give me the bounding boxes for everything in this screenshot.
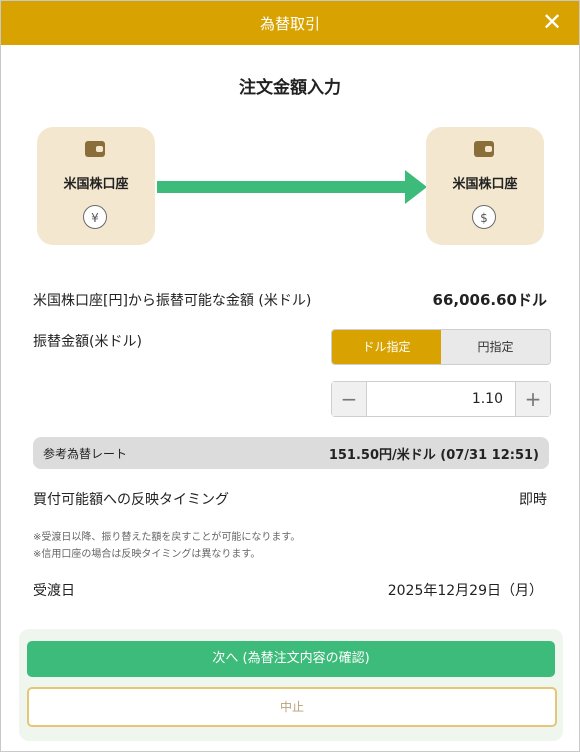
from-account-card: 米国株口座 ¥ — [37, 127, 155, 245]
dollar-coin-icon: $ — [472, 205, 496, 229]
note-line: ※受渡日以降、振り替えた額を戻すことが可能になります。 — [33, 532, 301, 543]
available-amount-value: 66,006.60ドル — [432, 291, 547, 309]
minus-button[interactable]: − — [332, 382, 366, 416]
notes: ※受渡日以降、振り替えた額を戻すことが可能になります。 ※信用口座の場合は反映タ… — [33, 529, 300, 563]
exchange-rate-bar: 参考為替レート 151.50円/米ドル (07/31 12:51) — [33, 437, 549, 469]
from-account-label: 米国株口座 — [63, 177, 129, 192]
toggle-jpy-button[interactable]: 円指定 — [441, 330, 550, 364]
transfer-amount-label: 振替金額(米ドル) — [33, 334, 142, 350]
section-heading: 注文金額入力 — [239, 78, 341, 98]
settlement-date-label: 受渡日 — [33, 583, 75, 599]
settlement-date-value: 2025年12月29日（月） — [387, 583, 543, 599]
yen-coin-icon: ¥ — [83, 205, 107, 229]
plus-button[interactable]: + — [516, 382, 550, 416]
dialog-title: 為替取引 — [259, 15, 320, 33]
dialog-header: 為替取引 ✕ — [1, 1, 579, 45]
wallet-icon — [85, 141, 105, 157]
amount-input[interactable]: 1.10 — [366, 382, 516, 416]
next-button[interactable]: 次へ (為替注文内容の確認) — [27, 641, 555, 677]
to-account-card: 米国株口座 $ — [426, 127, 544, 245]
amount-stepper: − 1.10 + — [331, 381, 551, 417]
cancel-button[interactable]: 中止 — [27, 687, 557, 727]
rate-value: 151.50円/米ドル (07/31 12:51) — [328, 448, 539, 463]
timing-value: 即時 — [519, 492, 547, 508]
close-icon[interactable]: ✕ — [539, 9, 565, 35]
transfer-arrow — [157, 181, 411, 193]
note-line: ※信用口座の場合は反映タイミングは異なります。 — [33, 549, 261, 560]
toggle-usd-button[interactable]: ドル指定 — [332, 330, 441, 364]
transfer-dialog: 為替取引 ✕ 注文金額入力 米国株口座 ¥ 米国株口座 $ 米国株口座[円]から… — [0, 0, 580, 752]
wallet-icon — [474, 141, 494, 157]
available-amount-label: 米国株口座[円]から振替可能な金額 (米ドル) — [33, 293, 312, 309]
currency-toggle: ドル指定 円指定 — [331, 329, 551, 365]
timing-label: 買付可能額への反映タイミング — [33, 492, 229, 508]
to-account-label: 米国株口座 — [452, 177, 518, 192]
rate-label: 参考為替レート — [43, 447, 128, 461]
transfer-arrow-head — [405, 170, 427, 204]
